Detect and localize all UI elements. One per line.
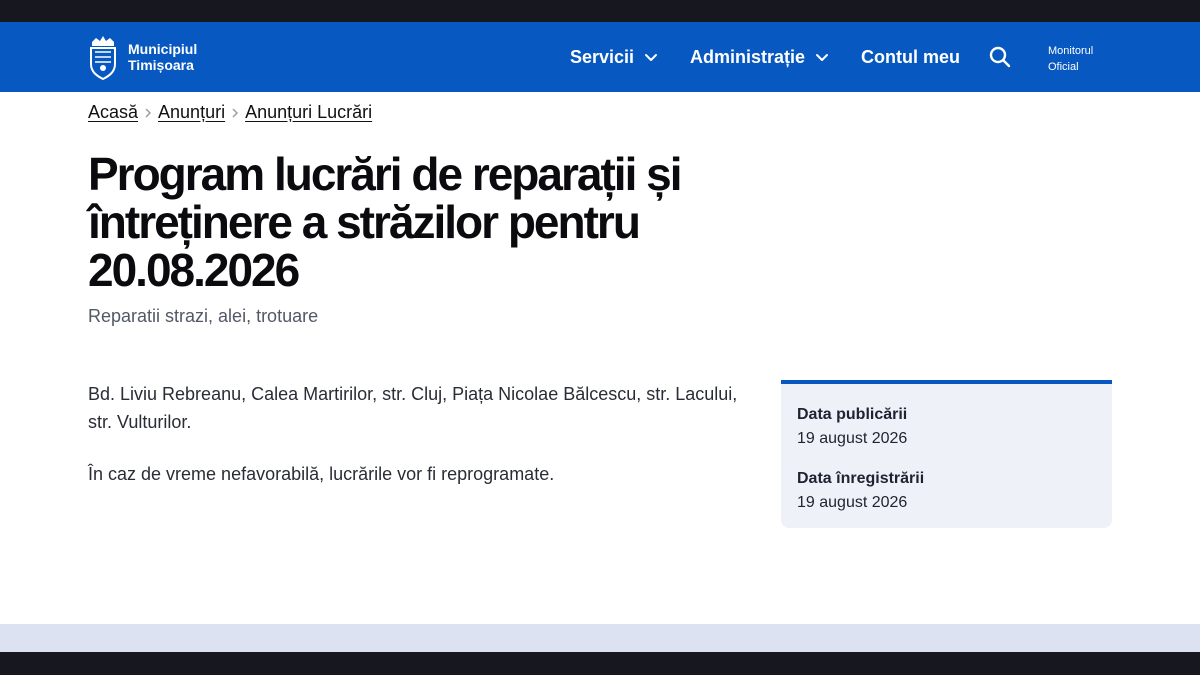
logo-text: Municipiul Timișoara (128, 41, 197, 73)
breadcrumb-home[interactable]: Acasă (88, 102, 138, 123)
nav-administratie-label: Administrație (690, 46, 806, 67)
chevron-right-icon (138, 103, 158, 123)
metadata-box: Data publicării 19 august 2026 Data înre… (781, 380, 1112, 528)
registered-date: 19 august 2026 (797, 494, 908, 511)
logo-line-1: Municipiul (128, 41, 198, 57)
search-icon[interactable] (988, 45, 1012, 69)
monitor-line-2: Oficial (1048, 61, 1079, 73)
nav-servicii-label: Servicii (570, 46, 635, 67)
logo-line-2: Timișoara (128, 57, 194, 73)
breadcrumb-anunturi[interactable]: Anunțuri (158, 102, 225, 123)
nav-administratie[interactable]: Administrație (690, 22, 829, 92)
article-body: Bd. Liviu Rebreanu, Calea Martirilor, st… (88, 380, 758, 512)
published-date: 19 august 2026 (797, 430, 908, 447)
nav-contul-meu[interactable]: Contul meu (861, 22, 960, 92)
article-paragraph: Bd. Liviu Rebreanu, Calea Martirilor, st… (88, 384, 738, 432)
registered-label: Data înregistrării (797, 470, 925, 487)
footer-bottom (0, 652, 1200, 675)
published-label: Data publicării (797, 406, 908, 423)
site-header: Municipiul Timișoara Servicii Administra… (0, 22, 1200, 92)
monitorul-oficial-link[interactable]: Monitorul Oficial (1048, 43, 1093, 75)
monitor-line-1: Monitorul (1048, 45, 1094, 57)
top-strip (0, 0, 1200, 22)
breadcrumb: Acasă Anunțuri Anunțuri Lucrări (88, 102, 372, 123)
chevron-down-icon (645, 54, 658, 61)
nav-servicii[interactable]: Servicii (570, 22, 658, 92)
footer-band (0, 624, 1200, 652)
chevron-right-icon (225, 103, 245, 123)
chevron-down-icon (816, 54, 829, 61)
page-subtitle: Reparatii strazi, alei, trotuare (88, 306, 319, 326)
nav-contul-meu-label: Contul meu (861, 46, 960, 67)
page-title: Program lucrări de reparații și întrețin… (88, 148, 683, 296)
breadcrumb-anunturi-lucrari[interactable]: Anunțuri Lucrări (245, 102, 372, 123)
article-paragraph: În caz de vreme nefavorabilă, lucrările … (88, 464, 555, 484)
site-logo-link[interactable]: Municipiul Timișoara (88, 33, 206, 81)
crest-icon (90, 36, 116, 80)
